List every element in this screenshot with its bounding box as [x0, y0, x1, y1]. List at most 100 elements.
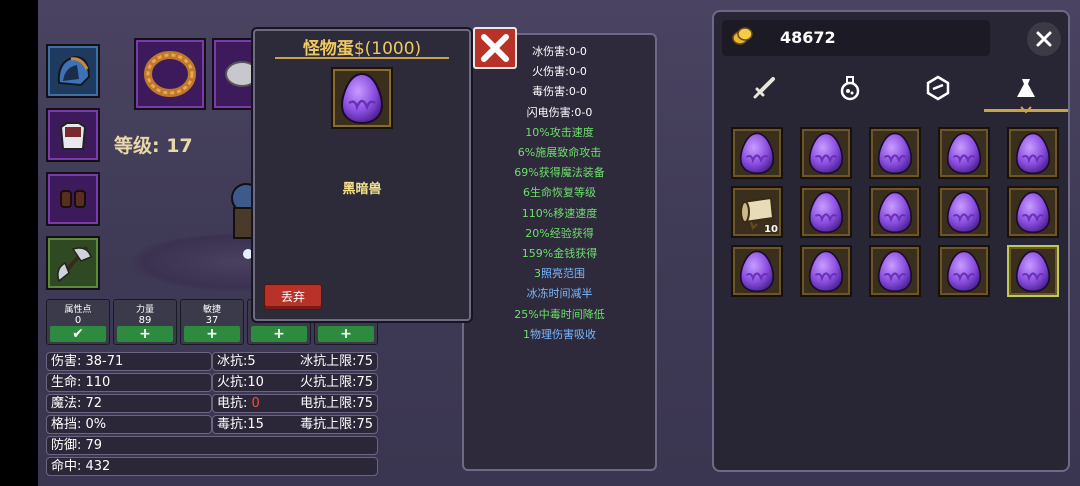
stat-points-box: 属性点 0 ✔ — [46, 299, 110, 345]
add-stat-5-button[interactable]: + — [318, 326, 374, 342]
inventory-slot[interactable] — [869, 127, 921, 179]
stat-desc: 中毒时间降低 — [538, 307, 605, 321]
inventory-slot[interactable] — [1007, 186, 1059, 238]
poison-res-text: 毒抗:15 — [217, 417, 264, 432]
add-agility-button[interactable]: + — [184, 326, 240, 342]
stat-points-value: 0 — [74, 315, 82, 326]
drop-button[interactable]: 丢弃 — [264, 284, 322, 310]
equip-weapon-slot[interactable] — [46, 236, 100, 290]
damage-row: 伤害: 38-71 — [46, 352, 212, 371]
gem-tab[interactable] — [920, 70, 956, 106]
elec-res-row: 电抗: 0 电抗上限:75 — [212, 394, 378, 413]
stat-line: 6%施展致命攻击 — [464, 144, 655, 160]
block-text: 格挡: 0% — [51, 417, 107, 432]
inventory-slot[interactable] — [1007, 245, 1059, 297]
inventory-slot[interactable] — [938, 127, 990, 179]
inventory-slot[interactable] — [869, 245, 921, 297]
monster-egg-icon — [808, 250, 844, 293]
inventory-slot[interactable] — [1007, 127, 1059, 179]
stat-desc: 经验获得 — [549, 226, 594, 240]
life-row: 生命: 110 — [46, 373, 212, 392]
gold-bar — [722, 20, 990, 56]
sword-icon — [753, 77, 775, 99]
damage-text: 伤害: 38-71 — [51, 354, 124, 369]
gem-icon — [926, 75, 950, 101]
equip-ring-slot[interactable] — [134, 38, 206, 110]
item-icon-slot — [331, 67, 393, 129]
inventory-slot[interactable] — [938, 186, 990, 238]
inventory-slot[interactable]: 10 — [731, 186, 783, 238]
inventory-slot[interactable] — [800, 186, 852, 238]
stat-value: 20% — [525, 226, 550, 240]
title-divider — [275, 57, 449, 59]
add-stat-4-button[interactable]: + — [251, 326, 307, 342]
stat-desc: 攻击速度 — [549, 125, 594, 139]
stat-points-label: 属性点 — [64, 305, 92, 315]
stat-value: 3 — [534, 267, 541, 281]
bag-icon — [1017, 79, 1035, 97]
monster-egg-icon — [1015, 191, 1051, 234]
strength-box: 力量 89 + — [113, 299, 177, 345]
monster-egg-icon — [877, 250, 913, 293]
stat-line: 20%经验获得 — [464, 225, 655, 241]
agility-label: 敏捷 — [202, 305, 221, 315]
inventory-slot[interactable] — [869, 186, 921, 238]
gloves-icon — [60, 190, 86, 208]
stat-line: 69%获得魔法装备 — [464, 164, 655, 180]
item-detail-popup: 怪物蛋$(1000) 黑暗兽 丢弃 — [253, 29, 471, 321]
inventory-slot[interactable] — [938, 245, 990, 297]
inventory-slot[interactable] — [800, 245, 852, 297]
monster-egg-icon — [808, 191, 844, 234]
equip-helmet-slot[interactable] — [46, 44, 100, 98]
equip-armor-slot[interactable] — [46, 108, 100, 162]
fire-res-row: 火抗:10 火抗上限:75 — [212, 373, 378, 392]
monster-egg-icon — [1015, 250, 1051, 293]
stat-desc: 物理伤害吸收 — [530, 327, 596, 341]
close-inventory-button[interactable] — [1027, 22, 1061, 56]
weapon-tab[interactable] — [746, 70, 782, 106]
stats-panel: 冰伤害:0-0 火伤害:0-0 毒伤害:0-0 闪电伤害:0-0 10%攻击速度 6%施展… — [462, 33, 657, 471]
equip-gloves-slot[interactable] — [46, 172, 100, 226]
monster-egg-icon — [946, 132, 982, 175]
item-title: 怪物蛋$(1000) — [255, 34, 469, 59]
potion-icon — [840, 76, 860, 101]
stat-value: 69% — [514, 166, 539, 180]
potion-tab[interactable] — [832, 70, 868, 106]
stat-desc: 火伤害:0-0 — [532, 65, 587, 79]
agility-value: 37 — [205, 315, 219, 326]
player-level: 等级: 17 — [114, 135, 193, 157]
defense-text: 防御: 79 — [51, 438, 103, 453]
block-row: 格挡: 0% — [46, 415, 212, 434]
stat-desc: 金钱获得 — [553, 247, 598, 260]
monster-egg-icon — [739, 250, 775, 293]
inventory-panel: 48672 10 — [712, 10, 1070, 472]
inventory-slot[interactable] — [800, 127, 852, 179]
add-strength-button[interactable]: + — [117, 326, 173, 342]
bag-tab[interactable] — [1008, 70, 1044, 106]
agility-box: 敏捷 37 + — [180, 299, 244, 345]
stat-line: 1物理伤害吸收 — [464, 326, 655, 342]
stat-desc: 毒伤害:0-0 — [532, 85, 587, 99]
stat-line: 110%移速速度 — [464, 205, 655, 221]
stat-desc: 照亮范围 — [541, 267, 585, 281]
monster-egg-icon — [739, 132, 775, 175]
life-text: 生命: 110 — [51, 375, 111, 390]
close-popup-button[interactable] — [473, 27, 517, 69]
stat-value: 6% — [517, 146, 536, 159]
pet-name: 黑暗兽 — [342, 182, 382, 197]
stat-desc: 移速速度 — [553, 206, 598, 220]
equip-amulet-slot[interactable] — [212, 38, 256, 110]
stat-line: 冰冻时间减半 — [464, 285, 655, 301]
confirm-points-button[interactable]: ✔ — [50, 326, 106, 342]
item-price: $(1000) — [353, 39, 422, 59]
fire-cap-text: 火抗上限:75 — [300, 375, 373, 390]
inventory-slot[interactable] — [731, 127, 783, 179]
screen-edge — [0, 0, 38, 486]
stat-line: 3照亮范围 — [464, 265, 655, 281]
elec-res-value: 0 — [251, 396, 260, 411]
inventory-slot[interactable] — [731, 245, 783, 297]
defense-row: 防御: 79 — [46, 436, 378, 455]
strength-label: 力量 — [135, 305, 154, 315]
stat-line: 25%中毒时间降低 — [464, 306, 655, 322]
stat-desc: 获得魔法装备 — [538, 166, 605, 180]
